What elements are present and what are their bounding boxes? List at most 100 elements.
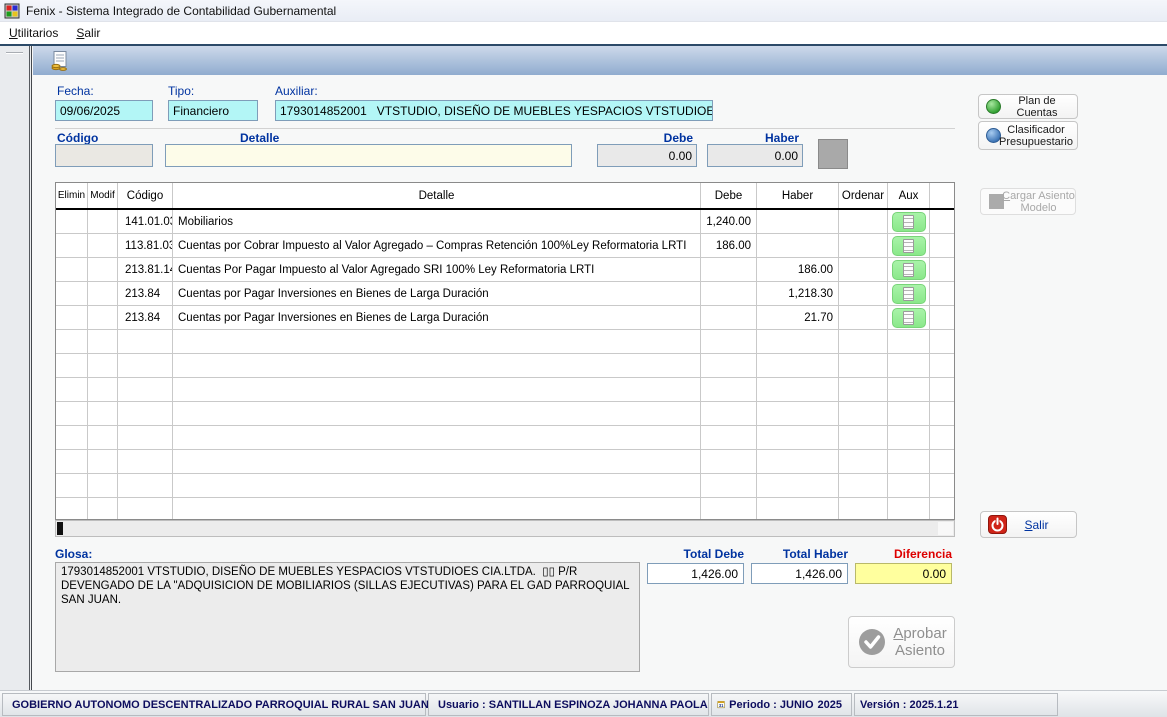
header-ordenar: Ordenar (839, 183, 888, 208)
table-row[interactable]: 213.84Cuentas por Pagar Inversiones en B… (56, 306, 954, 330)
header-modif: Modif (88, 183, 118, 208)
detalle-input[interactable] (165, 144, 572, 167)
cargar-line2: Modelo (1002, 202, 1075, 214)
left-collapsed-panel[interactable] (0, 46, 30, 690)
cell-aux (888, 234, 930, 257)
cell-elimin (56, 282, 88, 305)
cell-codigo: 141.01.03 (118, 210, 173, 233)
table-row[interactable] (56, 426, 954, 450)
panel-grip[interactable] (6, 52, 23, 54)
cell-aux (888, 258, 930, 281)
cell-haber (757, 450, 839, 473)
add-entry-button[interactable] (818, 139, 848, 169)
cell-elimin (56, 450, 88, 473)
cell-ordenar (839, 258, 888, 281)
table-row[interactable] (56, 378, 954, 402)
header-filler (930, 183, 954, 208)
cell-modif (88, 426, 118, 449)
version-text: Versión : 2025.1.21 (860, 699, 958, 711)
diferencia-field: 0.00 (855, 563, 952, 584)
table-row[interactable] (56, 330, 954, 354)
menu-utilitarios[interactable]: Utilitarios (0, 23, 67, 43)
cell-codigo: 213.84 (118, 282, 173, 305)
menu-salir[interactable]: Salir (67, 23, 109, 43)
codigo-input[interactable] (55, 144, 153, 167)
glosa-label: Glosa: (55, 547, 92, 561)
table-row[interactable] (56, 450, 954, 474)
cell-detalle: Cuentas por Cobrar Impuesto al Valor Agr… (173, 234, 701, 257)
cell-ordenar (839, 330, 888, 353)
cell-debe (701, 450, 757, 473)
table-row[interactable]: 141.01.03Mobiliarios1,240.00 (56, 210, 954, 234)
cell-modif (88, 498, 118, 520)
cell-elimin (56, 306, 88, 329)
entries-header: Elimin Modif Código Detalle Debe Haber O… (56, 183, 954, 210)
debe-input[interactable]: 0.00 (597, 144, 697, 167)
cargar-asiento-modelo-button[interactable]: Cargar Asiento Modelo (980, 188, 1076, 215)
cell-modif (88, 210, 118, 233)
cargar-line1: Cargar Asiento (1002, 190, 1075, 202)
aux-button[interactable] (892, 284, 926, 304)
tipo-input[interactable]: Financiero (168, 100, 258, 121)
aprobar-asiento-button[interactable]: Aprobar Asiento (848, 616, 955, 668)
aux-button[interactable] (892, 308, 926, 328)
cell-debe (701, 402, 757, 425)
menubar: Utilitarios Salir (0, 22, 1167, 44)
cell-haber (757, 354, 839, 377)
salir-button[interactable]: Salir (980, 511, 1077, 538)
cell-detalle (173, 378, 701, 401)
table-row[interactable] (56, 498, 954, 520)
cell-debe (701, 282, 757, 305)
cell-filler (930, 426, 954, 449)
table-row[interactable] (56, 474, 954, 498)
cell-debe (701, 354, 757, 377)
statusbar-entidad: GOBIERNO AUTONOMO DESCENTRALIZADO PARROQ… (2, 693, 426, 716)
aux-button[interactable] (892, 236, 926, 256)
table-row[interactable] (56, 354, 954, 378)
clasificador-presupuestario-button[interactable]: Clasificador Presupuestario (978, 121, 1078, 150)
table-row[interactable]: 213.84Cuentas por Pagar Inversiones en B… (56, 282, 954, 306)
document-icon (903, 263, 914, 277)
haber-input[interactable]: 0.00 (707, 144, 803, 167)
cell-aux (888, 474, 930, 497)
cell-codigo (118, 498, 173, 520)
aux-button[interactable] (892, 212, 926, 232)
table-row[interactable] (56, 402, 954, 426)
table-horizontal-scrollbar[interactable] (55, 520, 955, 537)
document-icon (903, 215, 914, 229)
cell-elimin (56, 378, 88, 401)
cell-codigo: 213.81.14 (118, 258, 173, 281)
auxiliar-input[interactable]: 1793014852001 VTSTUDIO, DISEÑO DE MUEBLE… (275, 100, 713, 121)
cell-ordenar (839, 474, 888, 497)
scrollbar-end-box (938, 522, 953, 535)
fecha-label: Fecha: (57, 84, 94, 98)
cell-modif (88, 474, 118, 497)
journal-document-icon[interactable] (49, 50, 71, 72)
app-icon (4, 3, 20, 19)
separator-line (55, 128, 955, 129)
cell-aux (888, 354, 930, 377)
diferencia-label: Diferencia (852, 547, 952, 561)
detalle-label: Detalle (240, 131, 279, 145)
statusbar-periodo: 31 Periodo : JUNIO 2025 (711, 693, 852, 716)
fecha-input[interactable]: 09/06/2025 (55, 100, 153, 121)
cell-haber: 1,218.30 (757, 282, 839, 305)
cell-detalle (173, 426, 701, 449)
cell-elimin (56, 234, 88, 257)
scrollbar-thumb[interactable] (57, 522, 63, 535)
table-row[interactable]: 113.81.03Cuentas por Cobrar Impuesto al … (56, 234, 954, 258)
header-detalle: Detalle (173, 183, 701, 208)
cell-haber: 186.00 (757, 258, 839, 281)
cell-haber (757, 426, 839, 449)
cell-ordenar (839, 234, 888, 257)
plan-de-cuentas-button[interactable]: Plan de Cuentas (978, 94, 1078, 119)
header-elimin: Elimin (56, 183, 88, 208)
aprobar-line2: Asiento (886, 642, 954, 659)
cell-debe: 186.00 (701, 234, 757, 257)
aux-button[interactable] (892, 260, 926, 280)
cell-ordenar (839, 450, 888, 473)
table-row[interactable]: 213.81.14Cuentas Por Pagar Impuesto al V… (56, 258, 954, 282)
cell-detalle: Cuentas por Pagar Inversiones en Bienes … (173, 306, 701, 329)
header-aux: Aux (888, 183, 930, 208)
glosa-textarea[interactable]: 1793014852001 VTSTUDIO, DISEÑO DE MUEBLE… (55, 562, 640, 672)
